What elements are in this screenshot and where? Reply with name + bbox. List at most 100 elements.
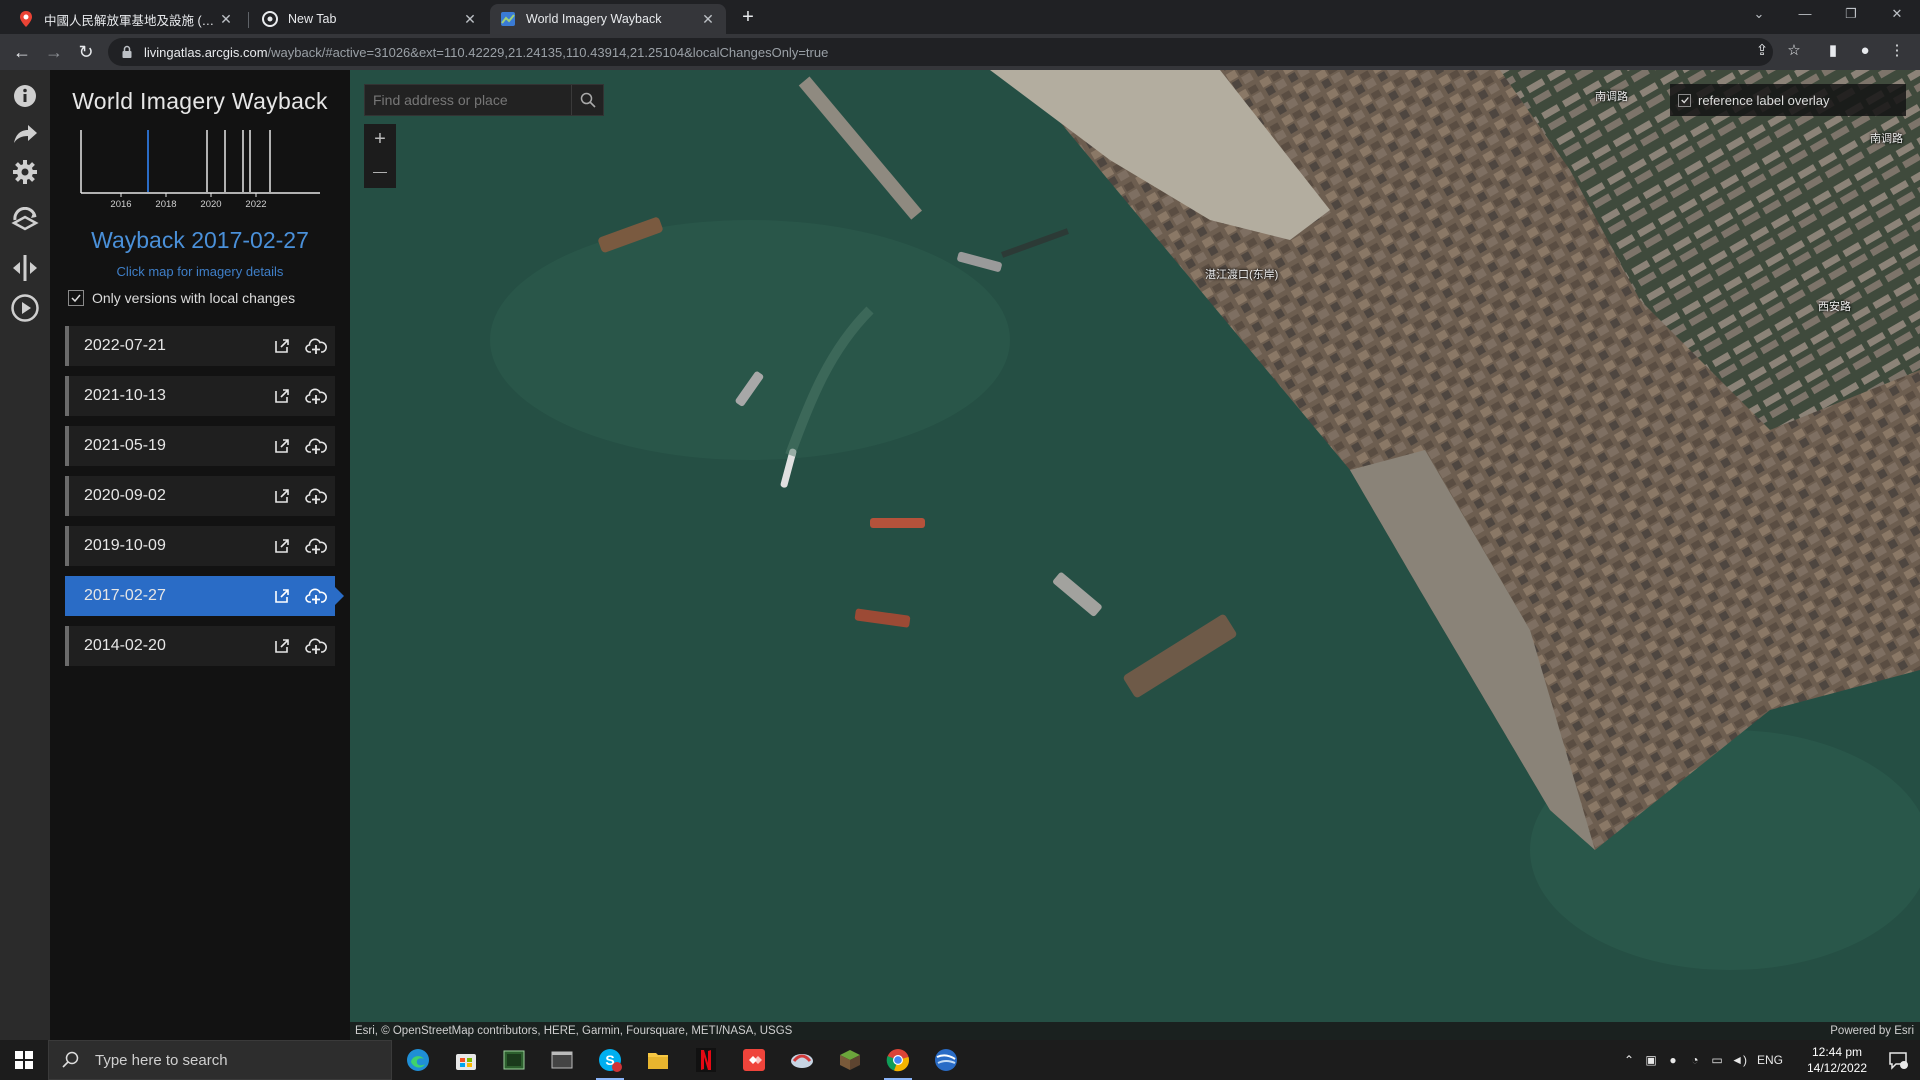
app-icon[interactable]	[782, 1044, 822, 1076]
tab-pla-bases[interactable]: 中國人民解放軍基地及設施 (持續 ✕	[8, 4, 244, 34]
map-label-ferry: 湛江渡口(东岸)	[1205, 269, 1279, 281]
side-panel-icon[interactable]: ▮	[1822, 40, 1844, 62]
search-icon[interactable]	[571, 85, 603, 115]
map-pin-icon	[18, 11, 34, 27]
explorer-icon[interactable]	[638, 1044, 678, 1076]
info-icon[interactable]	[9, 80, 41, 112]
release-date: 2020-09-02	[84, 487, 166, 504]
release-list: 2022-07-21 2021-10-13 2021-05-19 2020-09…	[65, 326, 344, 676]
restore-button[interactable]: ❐	[1828, 0, 1874, 30]
open-external-icon[interactable]	[267, 631, 297, 661]
open-external-icon[interactable]	[267, 481, 297, 511]
swipe-icon[interactable]	[9, 252, 41, 284]
add-to-download-icon[interactable]	[301, 331, 331, 361]
add-to-download-icon[interactable]	[301, 481, 331, 511]
layers-icon[interactable]	[9, 204, 41, 236]
click-map-hint: Click map for imagery details	[116, 264, 284, 279]
add-to-download-icon[interactable]	[301, 631, 331, 661]
release-item[interactable]: 2021-10-13	[65, 376, 335, 416]
app-title: World Imagery Wayback	[72, 88, 328, 114]
map-view[interactable]: + — reference label overlay 南调路 南调路 湛江渡口…	[350, 70, 1920, 1040]
release-item-selected[interactable]: 2017-02-27	[65, 576, 344, 616]
address-bar[interactable]: livingatlas.arcgis.com/wayback/#active=3…	[108, 38, 1773, 66]
window-icon[interactable]	[542, 1044, 582, 1076]
earth-icon[interactable]	[926, 1044, 966, 1076]
edge-icon[interactable]	[398, 1044, 438, 1076]
star-icon[interactable]: ☆	[1783, 40, 1805, 62]
clock[interactable]: 12:44 pm 14/12/2022	[1802, 1044, 1872, 1076]
release-item[interactable]: 2019-10-09	[65, 526, 335, 566]
taskbar-search[interactable]: Type here to search	[48, 1040, 392, 1080]
add-to-download-icon[interactable]	[301, 581, 331, 611]
checkbox[interactable]	[68, 290, 84, 306]
minecraft-icon[interactable]	[830, 1044, 870, 1076]
play-icon[interactable]	[9, 292, 41, 324]
release-date: 2014-02-20	[84, 637, 166, 654]
release-date: 2022-07-21	[84, 337, 166, 354]
open-external-icon[interactable]	[267, 381, 297, 411]
release-timeline-chart[interactable]: 2016 2018 2020 2022	[80, 130, 320, 210]
wifi-icon[interactable]: ◔	[1684, 1053, 1706, 1067]
satellite-imagery[interactable]	[350, 70, 1920, 1040]
add-to-download-icon[interactable]	[301, 431, 331, 461]
anydesk-icon[interactable]	[734, 1044, 774, 1076]
new-tab-button[interactable]: +	[736, 6, 760, 30]
release-item[interactable]: 2022-07-21	[65, 326, 335, 366]
zoom-out-button[interactable]: —	[364, 156, 396, 188]
open-external-icon[interactable]	[267, 531, 297, 561]
start-button[interactable]	[0, 1040, 48, 1080]
icon-rail	[0, 70, 50, 1040]
terminal-icon[interactable]	[494, 1044, 534, 1076]
skype-icon[interactable]: S	[590, 1044, 630, 1080]
close-icon[interactable]: ✕	[700, 11, 716, 28]
notification-icon[interactable]	[1888, 1050, 1910, 1072]
add-to-download-icon[interactable]	[301, 531, 331, 561]
close-window-button[interactable]: ✕	[1874, 0, 1920, 30]
network-icon[interactable]: ▭	[1706, 1053, 1728, 1067]
reference-label-toggle[interactable]: reference label overlay	[1670, 84, 1906, 116]
forward-button[interactable]: →	[42, 40, 66, 64]
open-external-icon[interactable]	[267, 431, 297, 461]
store-icon[interactable]	[446, 1044, 486, 1076]
back-button[interactable]: ←	[10, 40, 34, 64]
release-item[interactable]: 2020-09-02	[65, 476, 335, 516]
tab-world-imagery-wayback[interactable]: World Imagery Wayback ✕	[490, 4, 726, 34]
selected-release-title: Wayback 2017-02-27	[91, 227, 309, 253]
profile-icon[interactable]: ●	[1854, 40, 1876, 62]
tab-new-tab[interactable]: New Tab ✕	[252, 4, 488, 34]
checkbox[interactable]	[1678, 93, 1691, 107]
minimize-button[interactable]: —	[1782, 0, 1828, 30]
search-input[interactable]	[365, 85, 571, 115]
release-item[interactable]: 2021-05-19	[65, 426, 335, 466]
chevron-up-icon[interactable]: ⌃	[1618, 1053, 1640, 1067]
open-external-icon[interactable]	[267, 581, 297, 611]
volume-icon[interactable]: ◄)	[1728, 1053, 1750, 1067]
release-date: 2019-10-09	[84, 537, 166, 554]
add-to-download-icon[interactable]	[301, 381, 331, 411]
reload-button[interactable]: ↻	[74, 40, 98, 64]
gear-icon[interactable]	[9, 156, 41, 188]
language-indicator[interactable]: ENG	[1750, 1053, 1790, 1067]
microphone-icon[interactable]: ●	[1662, 1053, 1684, 1067]
address-search	[364, 84, 604, 116]
open-external-icon[interactable]	[267, 331, 297, 361]
search-icon	[62, 1051, 79, 1068]
url-text: livingatlas.arcgis.com/wayback/#active=3…	[144, 44, 829, 60]
clock-date: 14/12/2022	[1806, 1061, 1868, 1075]
local-changes-toggle[interactable]: Only versions with local changes	[68, 290, 295, 306]
share-page-icon[interactable]: ⇪	[1751, 40, 1773, 62]
share-icon[interactable]	[9, 118, 41, 150]
chrome-icon[interactable]	[878, 1044, 918, 1080]
netflix-icon[interactable]	[686, 1044, 726, 1076]
wayback-icon	[500, 11, 516, 27]
release-item[interactable]: 2014-02-20	[65, 626, 335, 666]
tab-search-icon[interactable]: ⌄	[1736, 0, 1782, 30]
close-icon[interactable]: ✕	[462, 11, 478, 28]
powered-by-esri[interactable]: Powered by Esri	[1830, 1022, 1914, 1040]
chart-tick-label: 2022	[245, 199, 266, 210]
zoom-in-button[interactable]: +	[364, 124, 396, 156]
camera-icon[interactable]: ▣	[1640, 1053, 1662, 1067]
release-date: 2017-02-27	[84, 587, 166, 604]
close-icon[interactable]: ✕	[218, 11, 234, 28]
menu-icon[interactable]: ⋮	[1886, 40, 1908, 62]
